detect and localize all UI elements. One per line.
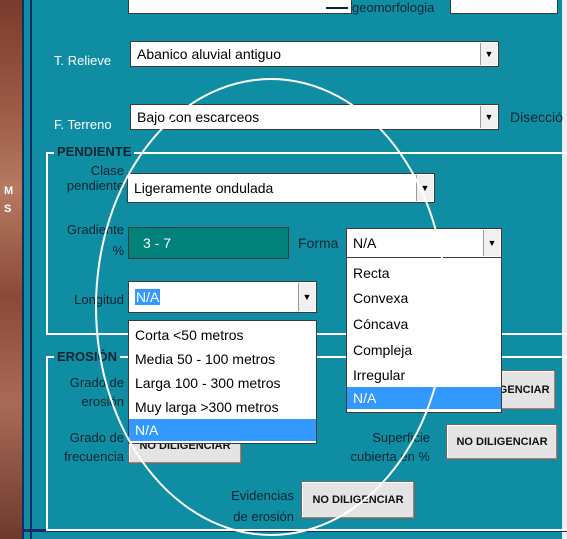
- terreno-value: Bajo con escarceos: [137, 109, 260, 125]
- strip-letter-1: M: [4, 185, 14, 197]
- top-field-line: [326, 7, 348, 9]
- evidencias-label: Evidencias de erosión: [200, 488, 294, 524]
- list-item-selected[interactable]: N/A: [129, 419, 316, 441]
- longitud-dropdown-list[interactable]: Corta <50 metros Media 50 - 100 metros L…: [128, 320, 317, 444]
- forma-label: Forma: [298, 235, 339, 251]
- superficie-label: Superficie cubierta en %: [318, 430, 431, 464]
- list-item[interactable]: Corta <50 metros: [129, 323, 316, 347]
- grado-erosion-line1: Grado de: [69, 375, 124, 390]
- gradiente-label-line2: %: [112, 243, 124, 258]
- longitud-select[interactable]: N/A ▼: [128, 281, 317, 313]
- clase-label-line2: pendiente: [66, 178, 124, 193]
- list-item[interactable]: Compleja: [347, 337, 501, 363]
- clase-label: Clase pendiente: [46, 163, 124, 193]
- terreno-select[interactable]: Bajo con escarceos ▼: [130, 104, 499, 130]
- forma-dropdown-list[interactable]: Recta Convexa Cóncava Compleja Irregular…: [346, 257, 502, 413]
- longitud-value: N/A: [135, 289, 161, 305]
- background-image-strip: [0, 0, 22, 539]
- gradiente-label: Gradiente %: [46, 222, 124, 258]
- list-item[interactable]: Larga 100 - 300 metros: [129, 371, 316, 395]
- gradiente-label-line1: Gradiente: [66, 222, 124, 237]
- superficie-line2: cubierta en %: [350, 449, 431, 464]
- list-item[interactable]: Recta: [347, 261, 501, 285]
- chevron-down-icon[interactable]: ▼: [483, 230, 500, 256]
- chevron-down-icon[interactable]: ▼: [480, 106, 497, 128]
- evidencias-line2: de erosión: [233, 509, 294, 524]
- top-right-field[interactable]: [450, 0, 558, 14]
- clase-pendiente-select[interactable]: Ligeramente ondulada ▼: [127, 173, 435, 203]
- clase-label-line1: Clase: [90, 163, 124, 178]
- clase-pendiente-value: Ligeramente ondulada: [134, 180, 274, 196]
- superficie-line1: Superficie: [372, 430, 430, 445]
- grado-erosion-line2: erosión: [81, 394, 124, 409]
- erosion-title: EROSIÓN: [54, 350, 120, 364]
- frecuencia-line2: frecuencia: [64, 449, 124, 464]
- panel-left-border: [30, 0, 32, 539]
- list-item[interactable]: Media 50 - 100 metros: [129, 347, 316, 371]
- terreno-label: F. Terreno: [54, 117, 112, 132]
- evidencias-line1: Evidencias: [231, 488, 294, 503]
- relieve-label: T. Relieve: [54, 53, 112, 68]
- longitud-label: Longitud: [74, 292, 124, 307]
- forma-value: N/A: [353, 235, 377, 251]
- diseccion-label: Disecció: [510, 109, 563, 125]
- pendiente-title: PENDIENTE: [54, 145, 135, 159]
- gradiente-value-box: 3 - 7: [128, 227, 289, 259]
- chevron-down-icon[interactable]: ▼: [298, 283, 315, 311]
- chevron-down-icon[interactable]: ▼: [416, 175, 433, 201]
- list-item[interactable]: Cóncava: [347, 311, 501, 337]
- superficie-button[interactable]: NO DILIGENCIAR: [446, 424, 558, 460]
- list-item-selected[interactable]: N/A: [347, 387, 501, 409]
- background-strip-text: M S: [4, 182, 13, 218]
- frecuencia-label: Grado de frecuencia: [46, 430, 124, 464]
- relieve-value: Abanico aluvial antiguo: [137, 46, 281, 62]
- geomorfologia-label: geomorfologia: [352, 0, 435, 15]
- evidencias-button[interactable]: NO DILIGENCIAR: [301, 481, 415, 519]
- frecuencia-line1: Grado de: [69, 430, 124, 445]
- list-item[interactable]: Convexa: [347, 285, 501, 311]
- list-item[interactable]: Muy larga >300 metros: [129, 395, 316, 419]
- grado-erosion-label: Grado de erosión: [46, 375, 124, 409]
- top-field-fragment[interactable]: [128, 0, 352, 14]
- relieve-select[interactable]: Abanico aluvial antiguo ▼: [130, 41, 499, 67]
- list-item[interactable]: Irregular: [347, 363, 501, 387]
- chevron-down-icon[interactable]: ▼: [480, 43, 497, 65]
- forma-select[interactable]: N/A ▼: [346, 228, 502, 258]
- strip-letter-2: S: [4, 203, 12, 215]
